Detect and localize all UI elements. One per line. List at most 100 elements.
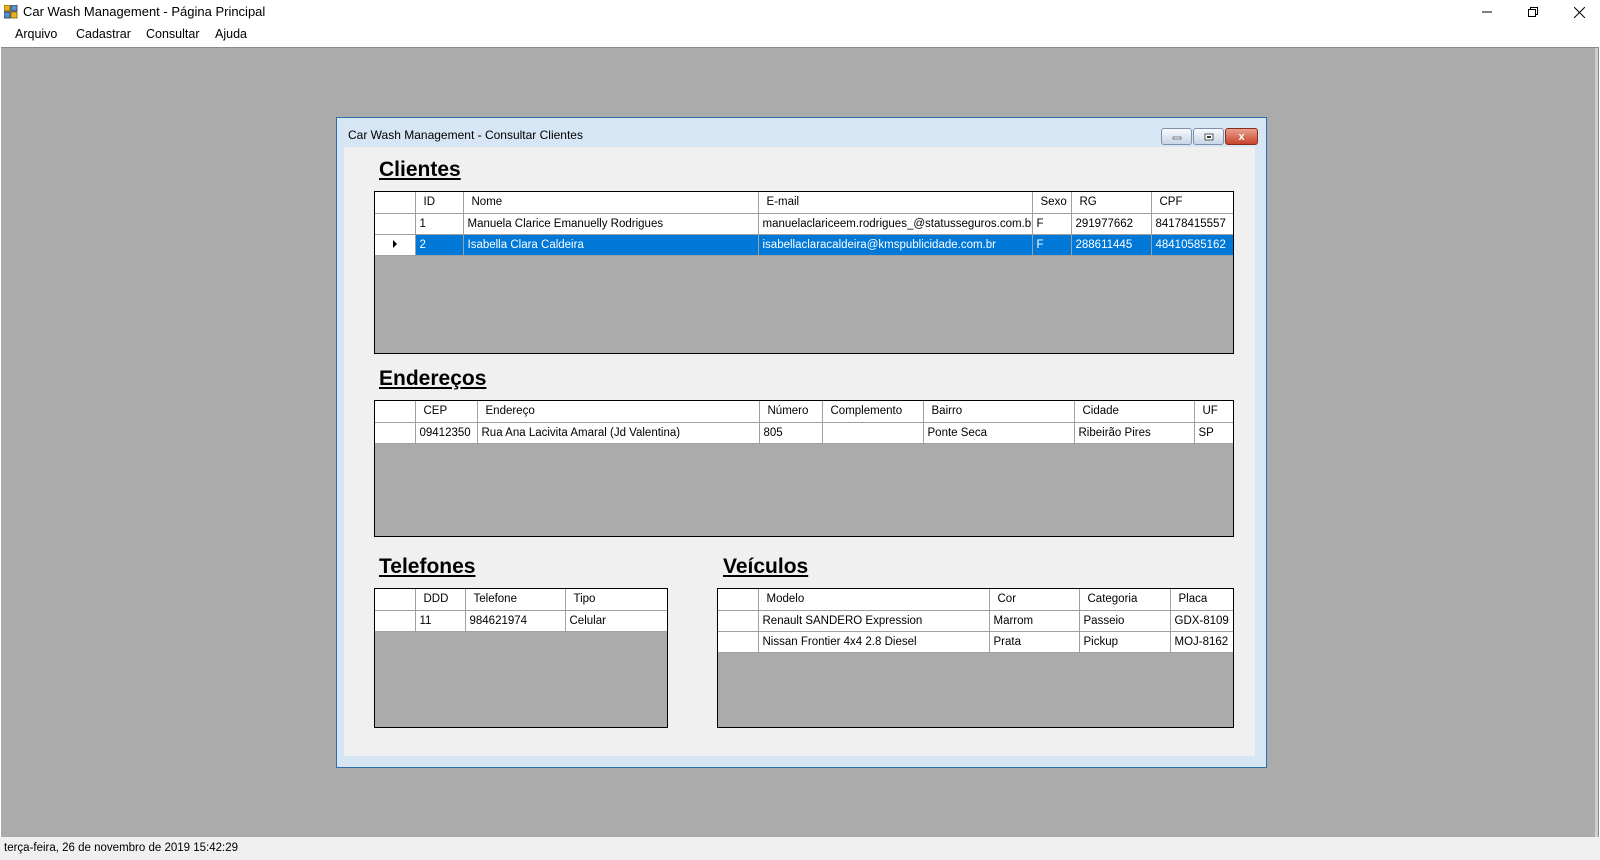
child-window-body: Clientes ID Nome E-mail Sexo RG CPF 1 Ma…: [344, 147, 1255, 756]
column-header[interactable]: CPF: [1151, 192, 1233, 214]
row-header[interactable]: [718, 610, 759, 632]
row-header-corner: [375, 589, 416, 611]
row-header[interactable]: [375, 213, 416, 235]
cell[interactable]: F: [1032, 213, 1072, 235]
column-header[interactable]: Modelo: [758, 589, 990, 611]
table-row[interactable]: 11 984621974 Celular: [375, 610, 667, 632]
cell[interactable]: Ponte Seca: [923, 422, 1075, 444]
cell[interactable]: GDX-8109: [1170, 610, 1233, 632]
cell[interactable]: 11: [415, 610, 466, 632]
row-header[interactable]: [375, 234, 416, 256]
column-header[interactable]: Categoria: [1079, 589, 1171, 611]
veiculos-grid[interactable]: Modelo Cor Categoria Placa Renault SANDE…: [717, 588, 1234, 728]
table-row[interactable]: 09412350 Rua Ana Lacivita Amaral (Jd Val…: [375, 422, 1233, 444]
enderecos-grid[interactable]: CEP Endereço Número Complemento Bairro C…: [374, 400, 1234, 537]
child-window-title: Car Wash Management - Consultar Clientes: [348, 128, 583, 142]
maximize-icon: [1204, 133, 1213, 140]
menu-arquivo[interactable]: Arquivo: [15, 27, 57, 41]
cell[interactable]: 288611445: [1071, 234, 1152, 256]
cell[interactable]: Marrom: [989, 610, 1080, 632]
menu-ajuda[interactable]: Ajuda: [215, 27, 247, 41]
cell[interactable]: 291977662: [1071, 213, 1152, 235]
column-header[interactable]: Telefone: [465, 589, 566, 611]
clientes-grid[interactable]: ID Nome E-mail Sexo RG CPF 1 Manuela Cla…: [374, 191, 1234, 354]
cell[interactable]: Pickup: [1079, 631, 1171, 653]
cell[interactable]: 1: [415, 213, 464, 235]
main-title-bar: Car Wash Management - Página Principal: [0, 0, 1600, 24]
enderecos-title: Endereços: [379, 367, 487, 390]
cell[interactable]: Isabella Clara Caldeira: [463, 234, 759, 256]
column-header[interactable]: Tipo: [565, 589, 667, 611]
consultar-clientes-window: Car Wash Management - Consultar Clientes…: [336, 117, 1267, 768]
mdi-scrollbar[interactable]: [1595, 48, 1598, 837]
table-row[interactable]: Nissan Frontier 4x4 2.8 Diesel Prata Pic…: [718, 631, 1233, 653]
cell[interactable]: [822, 422, 924, 444]
close-icon: x: [1238, 130, 1245, 143]
restore-button[interactable]: [1510, 0, 1556, 24]
close-icon: [1573, 6, 1585, 18]
cell[interactable]: SP: [1194, 422, 1233, 444]
telefones-grid[interactable]: DDD Telefone Tipo 11 984621974 Celular: [374, 588, 668, 728]
column-header[interactable]: Complemento: [822, 401, 924, 423]
column-header[interactable]: Endereço: [477, 401, 760, 423]
table-row[interactable]: 1 Manuela Clarice Emanuelly Rodrigues ma…: [375, 213, 1233, 235]
column-header[interactable]: Nome: [463, 192, 759, 214]
telefones-title: Telefones: [379, 555, 476, 578]
column-header[interactable]: UF: [1194, 401, 1233, 423]
status-bar: terça-feira, 26 de novembro de 2019 15:4…: [0, 837, 1600, 860]
cell[interactable]: 2: [415, 234, 464, 256]
column-header[interactable]: E-mail: [758, 192, 1033, 214]
cell[interactable]: MOJ-8162: [1170, 631, 1233, 653]
clientes-header-row: ID Nome E-mail Sexo RG CPF: [375, 192, 1233, 214]
cell[interactable]: 09412350: [415, 422, 478, 444]
telefones-table: DDD Telefone Tipo 11 984621974 Celular: [375, 589, 667, 632]
cell[interactable]: Rua Ana Lacivita Amaral (Jd Valentina): [477, 422, 760, 444]
column-header[interactable]: CEP: [415, 401, 478, 423]
veiculos-title: Veículos: [723, 555, 809, 578]
table-row[interactable]: Renault SANDERO Expression Marrom Passei…: [718, 610, 1233, 632]
cell[interactable]: Manuela Clarice Emanuelly Rodrigues: [463, 213, 759, 235]
menu-consultar[interactable]: Consultar: [146, 27, 200, 41]
cell[interactable]: 48410585162: [1151, 234, 1233, 256]
cell[interactable]: Passeio: [1079, 610, 1171, 632]
enderecos-header-row: CEP Endereço Número Complemento Bairro C…: [375, 401, 1233, 423]
table-row-selected[interactable]: 2 Isabella Clara Caldeira isabellaclarac…: [375, 234, 1233, 256]
child-minimize-button[interactable]: [1161, 128, 1192, 145]
cell[interactable]: Ribeirão Pires: [1074, 422, 1195, 444]
cell[interactable]: 84178415557: [1151, 213, 1233, 235]
close-button[interactable]: [1556, 0, 1600, 24]
column-header[interactable]: Placa: [1170, 589, 1233, 611]
row-header[interactable]: [375, 422, 416, 444]
minimize-icon: [1482, 11, 1492, 13]
cell[interactable]: F: [1032, 234, 1072, 256]
cell[interactable]: Renault SANDERO Expression: [758, 610, 990, 632]
row-header-corner: [375, 401, 416, 423]
column-header[interactable]: RG: [1071, 192, 1152, 214]
cell[interactable]: Celular: [565, 610, 667, 632]
child-maximize-button[interactable]: [1193, 128, 1224, 145]
cell[interactable]: Nissan Frontier 4x4 2.8 Diesel: [758, 631, 990, 653]
column-header[interactable]: DDD: [415, 589, 466, 611]
window-title: Car Wash Management - Página Principal: [23, 4, 266, 19]
column-header[interactable]: Sexo: [1032, 192, 1072, 214]
row-header-corner: [375, 192, 416, 214]
column-header[interactable]: Bairro: [923, 401, 1075, 423]
cell[interactable]: isabellaclaracaldeira@kmspublicidade.com…: [758, 234, 1033, 256]
child-close-button[interactable]: x: [1225, 128, 1258, 145]
veiculos-table: Modelo Cor Categoria Placa Renault SANDE…: [718, 589, 1233, 653]
column-header[interactable]: Número: [759, 401, 823, 423]
cell[interactable]: manuelaclariceem.rodrigues_@statusseguro…: [758, 213, 1033, 235]
column-header[interactable]: Cidade: [1074, 401, 1195, 423]
column-header[interactable]: Cor: [989, 589, 1080, 611]
row-header[interactable]: [718, 631, 759, 653]
cell[interactable]: 805: [759, 422, 823, 444]
cell[interactable]: Prata: [989, 631, 1080, 653]
menu-cadastrar[interactable]: Cadastrar: [76, 27, 131, 41]
cell[interactable]: 984621974: [465, 610, 566, 632]
restore-icon: [1528, 7, 1538, 17]
row-header[interactable]: [375, 610, 416, 632]
app-icon: [4, 5, 18, 19]
minimize-button[interactable]: [1464, 0, 1510, 24]
minimize-icon: [1172, 136, 1181, 139]
column-header[interactable]: ID: [415, 192, 464, 214]
